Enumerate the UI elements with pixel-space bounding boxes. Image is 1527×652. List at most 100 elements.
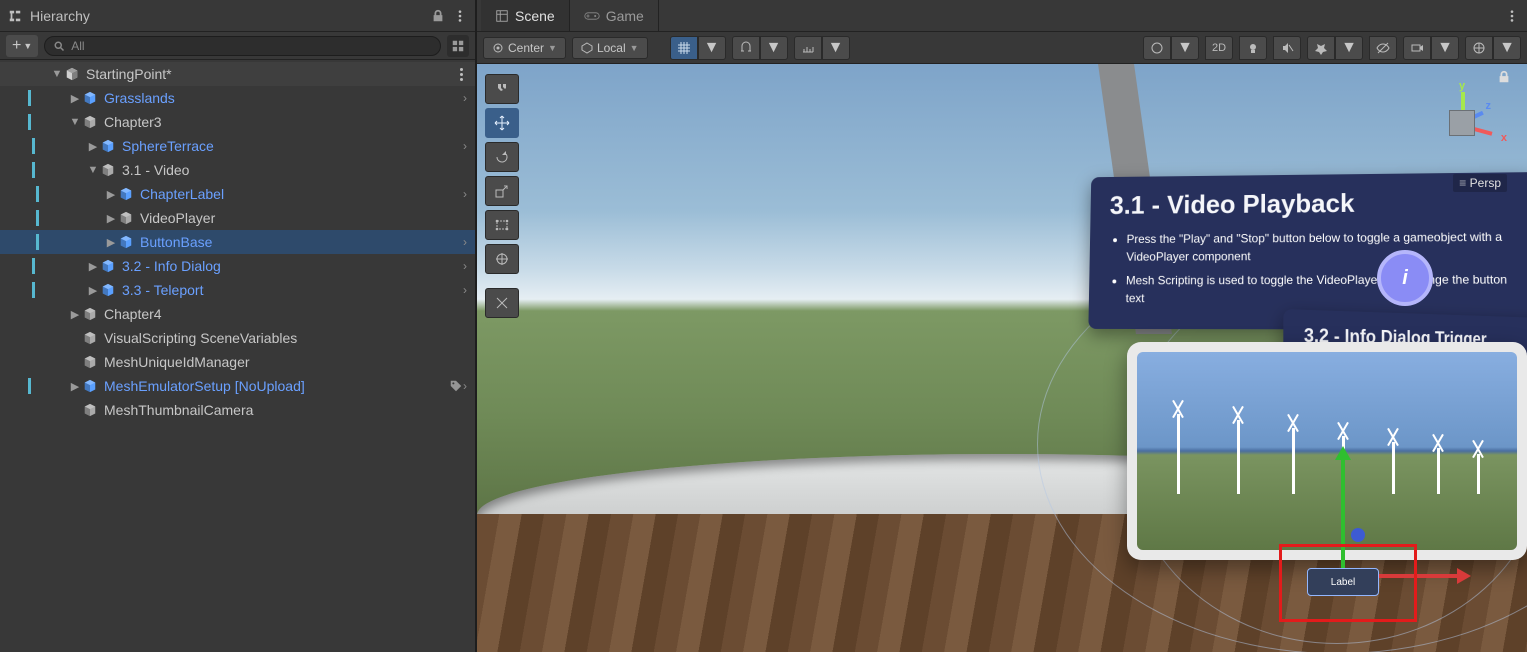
tool-rect[interactable]	[485, 210, 519, 240]
disclosure-icon[interactable]: ▶	[86, 260, 100, 273]
toggle-audio[interactable]	[1273, 36, 1301, 60]
tab-game[interactable]: Game	[570, 0, 659, 31]
hierarchy-item[interactable]: ▶ Chapter4	[0, 302, 475, 326]
hierarchy-item[interactable]: ▼Chapter3	[0, 110, 475, 134]
draw-mode-dropdown[interactable]: ▼	[1171, 36, 1199, 60]
disclosure-icon[interactable]: ▶	[68, 308, 82, 321]
disclosure-icon[interactable]: ▶	[104, 188, 118, 201]
hierarchy-item[interactable]: MeshThumbnailCamera	[0, 398, 475, 422]
tool-transform[interactable]	[485, 244, 519, 274]
disclosure-icon[interactable]: ▶	[68, 92, 82, 105]
toggle-2d[interactable]: 2D	[1205, 36, 1233, 60]
snap-increment[interactable]	[794, 36, 822, 60]
hierarchy-item[interactable]: MeshUniqueIdManager	[0, 350, 475, 374]
editor-tabs: Scene Game	[477, 0, 1527, 32]
prefab-icon	[82, 90, 98, 106]
hierarchy-item[interactable]: ▶ 3.3 - Teleport›	[0, 278, 475, 302]
open-prefab-icon[interactable]: ›	[463, 187, 467, 201]
tab-menu-icon[interactable]	[1497, 9, 1527, 23]
projection-toggle[interactable]: ≡ Persp	[1453, 174, 1507, 192]
tool-pivot-mode[interactable]: Center▼	[483, 37, 566, 59]
snap-dropdown[interactable]: ▼	[760, 36, 788, 60]
disclosure-icon[interactable]: ▶	[86, 284, 100, 297]
disclosure-icon[interactable]: ▶	[104, 212, 118, 225]
search-by-type-button[interactable]	[447, 35, 469, 57]
disclosure-icon[interactable]: ▶	[68, 380, 82, 393]
tool-rotate[interactable]	[485, 142, 519, 172]
gizmo-axis-z[interactable]	[1351, 528, 1365, 542]
hierarchy-item[interactable]: ▶MeshEmulatorSetup [NoUpload]›	[0, 374, 475, 398]
open-prefab-icon[interactable]: ›	[463, 379, 467, 393]
grid-toggle[interactable]	[670, 36, 698, 60]
toggle-hidden[interactable]	[1369, 36, 1397, 60]
lock-icon[interactable]	[431, 9, 445, 23]
panel-menu-icon[interactable]	[453, 9, 467, 23]
open-prefab-icon[interactable]: ›	[463, 283, 467, 297]
axis-y-label: y	[1459, 80, 1465, 92]
hierarchy-item-label: Chapter4	[104, 306, 467, 322]
toggle-fx[interactable]	[1307, 36, 1335, 60]
disclosure-icon[interactable]: ▶	[104, 236, 118, 249]
search-icon	[53, 40, 65, 52]
hierarchy-item[interactable]: VisualScripting SceneVariables	[0, 326, 475, 350]
draw-mode[interactable]	[1143, 36, 1171, 60]
tool-custom[interactable]	[485, 288, 519, 318]
hierarchy-icon	[8, 9, 22, 23]
chevron-down-icon: ▼	[704, 39, 720, 57]
world-button-base[interactable]: Label	[1307, 568, 1379, 596]
axis-x-label: x	[1501, 132, 1507, 144]
disclosure-icon[interactable]: ▼	[50, 68, 64, 80]
scene-viewport[interactable]: 3.1 - Video Playback Press the "Play" an…	[477, 64, 1527, 652]
hierarchy-tree[interactable]: ▼ StartingPoint* ▶Grasslands›▼Chapter3▶Sph…	[0, 60, 475, 652]
info-fab-button[interactable]: i	[1377, 250, 1433, 306]
open-prefab-icon[interactable]: ›	[463, 139, 467, 153]
camera-settings[interactable]	[1403, 36, 1431, 60]
world-video-player	[1127, 342, 1527, 560]
hierarchy-panel: Hierarchy + ▼ All	[0, 0, 477, 652]
gizmos-dropdown[interactable]: ▼	[1493, 36, 1521, 60]
hierarchy-search[interactable]: All	[44, 36, 441, 56]
hierarchy-item[interactable]: ▶VideoPlayer	[0, 206, 475, 230]
projection-label: Persp	[1470, 176, 1501, 190]
tool-view[interactable]	[485, 74, 519, 104]
tool-scale[interactable]	[485, 176, 519, 206]
hierarchy-item-label: 3.3 - Teleport	[122, 282, 463, 298]
viewport-lock-icon[interactable]	[1497, 70, 1511, 84]
disclosure-icon[interactable]: ▼	[68, 116, 82, 128]
tool-move[interactable]	[485, 108, 519, 138]
camera-dropdown[interactable]: ▼	[1431, 36, 1459, 60]
scene-root-row[interactable]: ▼ StartingPoint*	[0, 62, 475, 86]
tag-icon	[449, 379, 463, 393]
hierarchy-item[interactable]: ▶Grasslands›	[0, 86, 475, 110]
open-prefab-icon[interactable]: ›	[463, 235, 467, 249]
disclosure-icon[interactable]: ▶	[86, 140, 100, 153]
add-button[interactable]: + ▼	[6, 35, 38, 57]
tool-pivot-space[interactable]: Local▼	[572, 37, 648, 59]
search-input[interactable]	[91, 39, 432, 53]
hierarchy-item[interactable]: ▶3.2 - Info Dialog›	[0, 254, 475, 278]
tab-scene[interactable]: Scene	[481, 0, 570, 31]
toggle-lighting[interactable]	[1239, 36, 1267, 60]
grid-dropdown[interactable]: ▼	[698, 36, 726, 60]
hierarchy-item-label: MeshUniqueIdManager	[104, 354, 467, 370]
gizmos-toggle[interactable]	[1465, 36, 1493, 60]
hierarchy-item[interactable]: ▶ ChapterLabel›	[0, 182, 475, 206]
hierarchy-item[interactable]: ▶ButtonBase›	[0, 230, 475, 254]
plus-icon: +	[12, 37, 21, 55]
orientation-gizmo[interactable]: y x z	[1421, 82, 1503, 164]
hierarchy-header: Hierarchy	[0, 0, 475, 32]
snap-toggle[interactable]	[732, 36, 760, 60]
open-prefab-icon[interactable]: ›	[463, 91, 467, 105]
scene-menu-icon[interactable]	[456, 68, 467, 81]
snap-increment-dropdown[interactable]: ▼	[822, 36, 850, 60]
disclosure-icon[interactable]: ▼	[86, 164, 100, 176]
chevron-down-icon: ▼	[828, 39, 844, 57]
world-panel-bullet: Press the "Play" and "Stop" button below…	[1126, 228, 1516, 266]
hierarchy-item[interactable]: ▶SphereTerrace›	[0, 134, 475, 158]
prefab-icon	[100, 282, 116, 298]
open-prefab-icon[interactable]: ›	[463, 259, 467, 273]
fx-dropdown[interactable]: ▼	[1335, 36, 1363, 60]
hierarchy-item-label: StartingPoint*	[86, 66, 456, 82]
hierarchy-item-label: ChapterLabel	[140, 186, 463, 202]
hierarchy-item[interactable]: ▼3.1 - Video	[0, 158, 475, 182]
